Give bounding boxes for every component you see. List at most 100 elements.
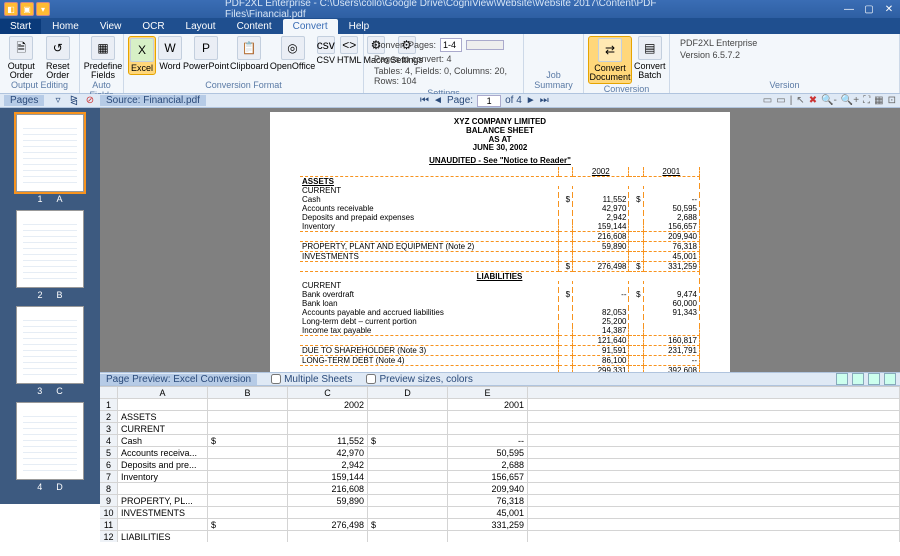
pages-panel-header: Pages ▿ ⧎ ⊘ xyxy=(0,94,100,108)
reset-order-button[interactable]: ↺Reset Order xyxy=(41,36,76,80)
tab-layout[interactable]: Layout xyxy=(176,19,226,34)
powerpoint-button[interactable]: PPowerPoint xyxy=(184,36,228,71)
delete-icon[interactable]: ✖ xyxy=(809,95,817,106)
group-caption: Version xyxy=(674,80,895,91)
convert-batch-button[interactable]: ▤Convert Batch xyxy=(634,36,666,80)
preview-sizes-checkbox[interactable]: Preview sizes, colors xyxy=(366,374,472,385)
window-title: PDF2XL Enterprise - C:\Users\collo\Googl… xyxy=(225,0,675,20)
tool-icon[interactable]: ⊡ xyxy=(888,95,896,106)
titlebar: ◧ ▣ ▾ PDF2XL Enterprise - C:\Users\collo… xyxy=(0,0,900,18)
grid-row[interactable]: 6Deposits and pre...2,9422,688 xyxy=(100,459,900,471)
grid-row[interactable]: 3CURRENT xyxy=(100,423,900,435)
view-tools: ▭ ▭ | ↖ ✖ 🔍- 🔍+ ⛶ ▦ ⊡ xyxy=(763,95,896,106)
tab-content[interactable]: Content xyxy=(227,19,282,34)
output-order-button[interactable]: 🗎Output Order xyxy=(4,36,39,80)
quick-access: ◧ ▣ ▾ xyxy=(4,2,50,16)
csv-button[interactable]: csvCSV xyxy=(317,36,336,65)
filter2-icon[interactable]: ⧎ xyxy=(68,95,80,107)
grid-row[interactable]: 11$276,498$331,259 xyxy=(100,519,900,531)
column-header[interactable]: B xyxy=(208,387,288,399)
column-header[interactable]: A xyxy=(118,387,208,399)
tab-home[interactable]: Home xyxy=(42,19,89,34)
doc-header: XYZ COMPANY LIMITEDBALANCE SHEETAS ATJUN… xyxy=(300,118,700,153)
group-caption: Conversion Format xyxy=(128,80,359,91)
tab-convert[interactable]: Convert xyxy=(283,19,338,34)
excel-button[interactable]: XExcel xyxy=(128,36,156,75)
ribbon: 🗎Output Order ↺Reset Order Output Editin… xyxy=(0,34,900,94)
tab-ocr[interactable]: OCR xyxy=(132,19,174,34)
last-page-button[interactable]: ⏭ xyxy=(540,95,549,106)
openoffice-button[interactable]: ◎OpenOffice xyxy=(271,36,315,71)
menu-tabs: Start Home View OCR Layout Content Conve… xyxy=(0,18,900,34)
progress-bar xyxy=(466,40,504,50)
grid-row[interactable]: 5Accounts receiva...42,97050,595 xyxy=(100,447,900,459)
page-input[interactable] xyxy=(477,95,501,107)
preview-label: Page Preview: Excel Conversion xyxy=(100,374,257,385)
close-panel-icon[interactable]: ⊘ xyxy=(84,95,96,107)
doc-notice: UNAUDITED - See "Notice to Reader" xyxy=(300,156,700,165)
thumbnail[interactable]: 3C xyxy=(4,306,96,396)
next-page-button[interactable]: ► xyxy=(526,95,536,106)
first-page-button[interactable]: ⏮ xyxy=(420,95,429,106)
financial-table: 20022001ASSETSCURRENTCash$11,552$--Accou… xyxy=(300,167,700,372)
thumbnail[interactable]: 4D xyxy=(4,402,96,492)
convert-document-button[interactable]: ⇄Convert Document xyxy=(588,36,632,84)
source-bar: Source: Financial.pdf ⏮ ◄ Page: of 4 ► ⏭… xyxy=(100,94,900,108)
tool-icon[interactable]: ▭ xyxy=(776,95,785,106)
column-header[interactable]: C xyxy=(288,387,368,399)
convert-pages-label: Convert Pages: xyxy=(374,40,436,50)
thumbnail[interactable]: 1A xyxy=(4,114,96,204)
prev-page-button[interactable]: ◄ xyxy=(433,95,443,106)
pages-to-convert-label: Pages to convert: 4 xyxy=(374,54,452,64)
spreadsheet-preview[interactable]: ABCDE 1200220012ASSETS3CURRENT4Cash$11,5… xyxy=(100,386,900,542)
column-header[interactable]: E xyxy=(448,387,528,399)
grid-row[interactable]: 120022001 xyxy=(100,399,900,411)
multiple-sheets-checkbox[interactable]: Multiple Sheets xyxy=(271,374,352,385)
document-view[interactable]: XYZ COMPANY LIMITEDBALANCE SHEETAS ATJUN… xyxy=(100,108,900,372)
tool-icon[interactable]: ▦ xyxy=(874,95,883,106)
thumbnail-strip: 1A2B3C4D xyxy=(0,108,100,504)
pages-label: Pages xyxy=(4,95,44,106)
product-name: PDF2XL Enterprise xyxy=(680,38,889,48)
minimize-button[interactable]: — xyxy=(842,2,856,16)
word-button[interactable]: WWord xyxy=(158,36,182,71)
column-header[interactable]: D xyxy=(368,387,448,399)
qat-icon[interactable]: ▣ xyxy=(20,2,34,16)
qat-icon[interactable]: ◧ xyxy=(4,2,18,16)
preview-tool-icon[interactable] xyxy=(836,373,848,385)
convert-pages-input[interactable] xyxy=(440,38,462,52)
preview-tool-icon[interactable] xyxy=(852,373,864,385)
page-nav: ⏮ ◄ Page: of 4 ► ⏭ xyxy=(420,95,549,107)
page-label: Page: xyxy=(447,95,473,106)
pointer-icon[interactable]: ↖ xyxy=(796,95,804,106)
tab-help[interactable]: Help xyxy=(339,19,380,34)
tool-icon[interactable]: | xyxy=(790,95,793,106)
zoom-out-icon[interactable]: 🔍- xyxy=(821,95,837,106)
pdf-page: XYZ COMPANY LIMITEDBALANCE SHEETAS ATJUN… xyxy=(270,112,730,372)
page-of: of 4 xyxy=(505,95,522,106)
product-version: Version 6.5.7.2 xyxy=(680,50,889,60)
qat-icon[interactable]: ▾ xyxy=(36,2,50,16)
preview-tool-icon[interactable] xyxy=(884,373,896,385)
grid-row[interactable]: 7Inventory159,144156,657 xyxy=(100,471,900,483)
html-button[interactable]: <>HTML xyxy=(337,36,362,65)
tool-icon[interactable]: ▭ xyxy=(763,95,772,106)
thumbnail[interactable]: 2B xyxy=(4,210,96,300)
grid-row[interactable]: 12LIABILITIES xyxy=(100,531,900,542)
grid-row[interactable]: 8216,608209,940 xyxy=(100,483,900,495)
grid-row[interactable]: 9PROPERTY, PL...59,89076,318 xyxy=(100,495,900,507)
clipboard-button[interactable]: 📋Clipboard xyxy=(230,36,269,71)
tab-view[interactable]: View xyxy=(90,19,132,34)
preview-tool-icon[interactable] xyxy=(868,373,880,385)
close-button[interactable]: ✕ xyxy=(882,2,896,16)
tab-start[interactable]: Start xyxy=(0,19,41,34)
grid-row[interactable]: 4Cash$11,552$-- xyxy=(100,435,900,447)
grid-row[interactable]: 10INVESTMENTS45,001 xyxy=(100,507,900,519)
predefine-fields-button[interactable]: ▦Predefine Fields xyxy=(84,36,122,80)
column-header[interactable] xyxy=(100,387,118,399)
grid-row[interactable]: 2ASSETS xyxy=(100,411,900,423)
filter-icon[interactable]: ▿ xyxy=(52,95,64,107)
zoom-in-icon[interactable]: 🔍+ xyxy=(841,95,859,106)
maximize-button[interactable]: ▢ xyxy=(862,2,876,16)
fit-icon[interactable]: ⛶ xyxy=(863,95,870,106)
